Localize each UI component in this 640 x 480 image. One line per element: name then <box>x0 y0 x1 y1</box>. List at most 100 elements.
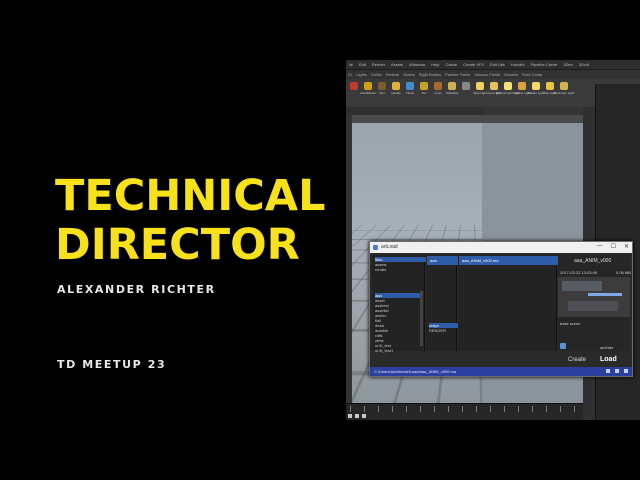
tool-icon <box>462 82 470 90</box>
file-item[interactable]: aaa_ANIM_v000.ma <box>459 256 561 265</box>
tool-label: rman <box>434 91 442 95</box>
folder-icon[interactable] <box>606 369 610 373</box>
shelf-tool[interactable]: Fluids <box>404 80 416 102</box>
menu-item[interactable]: Houdini <box>508 62 528 67</box>
window-buttons: — ☐ ✕ <box>597 243 629 250</box>
tool-label: rDarkDay <box>445 91 459 95</box>
shelf-tool[interactable]: Fur <box>418 80 430 102</box>
tool-icon <box>364 82 372 90</box>
viewport-left-tools <box>346 115 352 403</box>
project-list[interactable]: lib/u assets render <box>372 255 430 274</box>
project-asset-column: lib/u assets render aaa asset assbest assetki… <box>372 255 427 363</box>
shelf-tool[interactable]: Teer <box>376 80 388 102</box>
shelf-tab[interactable]: Rigid Bodies <box>417 72 443 77</box>
tool-label: Spot Light <box>473 91 487 95</box>
timeline-ticks <box>350 406 580 412</box>
shelf-tool[interactable]: Environment Light <box>496 80 520 102</box>
file-path[interactable]: C:/Users/arichter/ariLoad/aaa_ANIM_v000.… <box>374 369 456 374</box>
tool-icon <box>420 82 428 90</box>
step-icon[interactable] <box>362 414 366 418</box>
maximize-button[interactable]: ☐ <box>611 243 616 250</box>
task-list[interactable]: script RENDER <box>426 321 462 335</box>
tool-label: Distant Light <box>527 91 545 95</box>
tool-icon <box>448 82 456 90</box>
menu-item[interactable]: Create VFX <box>460 62 487 67</box>
dialog-titlebar: ariLoad — ☐ ✕ <box>370 242 632 253</box>
shelf-tab[interactable]: Cr <box>346 72 354 77</box>
task-column: aaa script RENDER <box>426 255 461 351</box>
tool-label: Teer <box>379 91 385 95</box>
play-icon[interactable] <box>348 414 352 418</box>
tool-icon <box>560 82 568 90</box>
menu-item[interactable]: Pipeline Cache <box>527 62 560 67</box>
shelf-tool[interactable]: Spot Light <box>473 80 487 102</box>
shelf-tool[interactable]: Volume Light <box>513 80 531 102</box>
close-button[interactable]: ✕ <box>624 243 629 250</box>
shelf-tabs: Cr Lights Collisi Particle Grains Rigid Bodie… <box>346 70 640 79</box>
shelf-tab[interactable]: Collisi <box>369 72 384 77</box>
menu-item[interactable]: 3Dvid <box>576 62 592 67</box>
task-item[interactable]: RENDER <box>429 328 459 333</box>
shelf-tool[interactable] <box>348 80 360 102</box>
tool-icon <box>392 82 400 90</box>
houdini-menubar: ile Edit Render Assets Windows Help Cache Creat… <box>346 60 640 70</box>
create-button[interactable]: Create <box>568 357 586 363</box>
shelf-tool[interactable]: rDarkDay <box>446 80 458 102</box>
shelf-tab[interactable]: Lights <box>354 72 369 77</box>
menu-item[interactable]: Windows <box>406 62 428 67</box>
tool-label: Fluids <box>405 91 414 95</box>
shelf-tool[interactable] <box>460 80 472 102</box>
minimize-button[interactable]: — <box>597 243 603 250</box>
menu-item[interactable]: 3Dev <box>560 62 575 67</box>
talk-title: TECHNICAL DIRECTOR <box>55 172 325 270</box>
shelf-tool[interactable]: rman <box>432 80 444 102</box>
stop-icon[interactable] <box>355 414 359 418</box>
shelf-tab[interactable]: Fluid Conta <box>520 72 544 77</box>
tool-label: Fur <box>421 91 427 95</box>
settings-icon[interactable] <box>615 369 619 373</box>
shelf-tool[interactable]: Distant Light <box>527 80 545 102</box>
dialog-title: ariLoad <box>381 244 398 250</box>
shelf-tab[interactable]: Oceans <box>502 72 520 77</box>
shelf-tab[interactable]: Particle <box>384 72 401 77</box>
title-line-2: DIRECTOR <box>55 220 300 270</box>
file-column: aaa_ANIM_v000.ma <box>458 255 561 351</box>
preview-size: 0.06 MB <box>616 270 631 275</box>
speaker-name: ALEXANDER RICHTER <box>57 283 216 296</box>
preview-date: 2017-03-22 13:03:49 <box>560 270 598 275</box>
menu-item[interactable]: ile <box>346 62 356 67</box>
shelf-tab[interactable]: Particle Fluids <box>443 72 472 77</box>
path-actions <box>606 369 628 373</box>
shelf-tool[interactable]: Hair/Effects <box>360 80 376 102</box>
tool-icon <box>350 82 358 90</box>
menu-item[interactable]: Help <box>428 62 442 67</box>
tool-label: Geometry Light <box>553 91 575 95</box>
preview-comment: base scene <box>560 321 581 326</box>
menu-item[interactable]: Edit Utis <box>487 62 508 67</box>
project-item[interactable]: render <box>375 267 427 272</box>
tool-icon <box>518 82 526 90</box>
pane-toolbar <box>483 107 583 115</box>
shelf-tool[interactable]: Handle <box>390 80 402 102</box>
task-header[interactable]: aaa <box>427 256 461 265</box>
preview-thumbnail <box>558 277 630 317</box>
playback-controls <box>348 414 366 418</box>
menu-item[interactable]: Assets <box>388 62 406 67</box>
menu-item[interactable]: Cache <box>443 62 461 67</box>
shelf-tab[interactable]: Grains <box>401 72 417 77</box>
menu-item[interactable]: Render <box>369 62 388 67</box>
info-icon[interactable] <box>624 369 628 373</box>
asset-scrollbar[interactable] <box>420 291 423 346</box>
tool-icon <box>532 82 540 90</box>
tool-icon <box>490 82 498 90</box>
shelf-tab[interactable]: Viscous Fluids <box>472 72 502 77</box>
app-icon <box>373 245 378 250</box>
shelf-tool[interactable]: Geometry Light <box>554 80 574 102</box>
thumb-block <box>562 281 602 291</box>
timeline[interactable] <box>346 403 583 420</box>
preview-panel: aaa_ANIM_v000 2017-03-22 13:03:49 0.06 M… <box>558 255 631 351</box>
viewport-toolbar <box>346 107 482 115</box>
menu-item[interactable]: Edit <box>356 62 369 67</box>
load-button[interactable]: Load <box>600 356 617 363</box>
preview-user: arichter <box>600 345 614 350</box>
